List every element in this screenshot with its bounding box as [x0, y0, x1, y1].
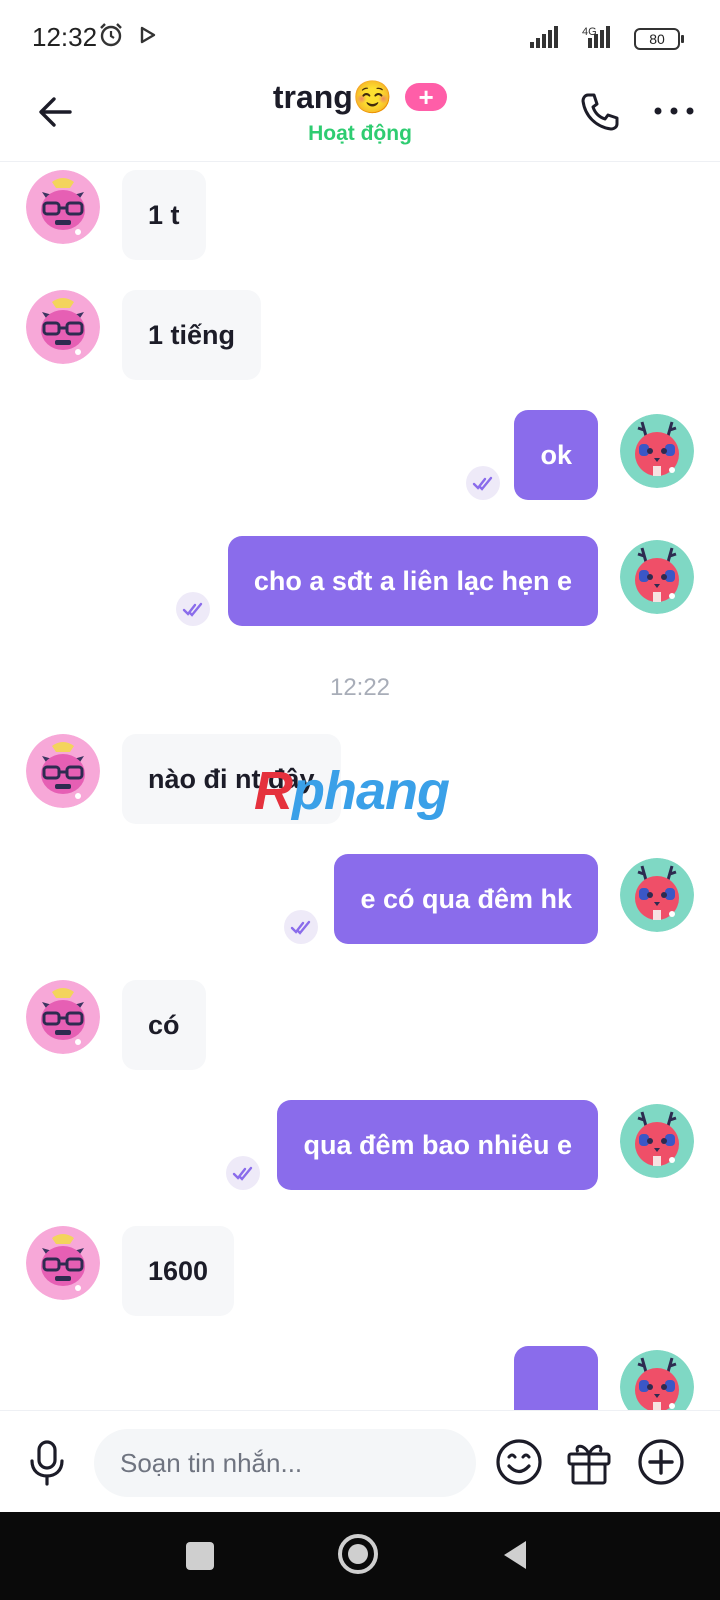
plus-badge[interactable]: +	[405, 83, 448, 111]
double-check-icon	[284, 910, 318, 944]
signal-icon-2	[582, 26, 614, 53]
battery-indicator: 80	[634, 28, 684, 50]
message-bubble[interactable]: có	[122, 980, 206, 1070]
message-bubble[interactable]: 1600	[122, 1226, 235, 1316]
gift-icon[interactable]	[564, 1437, 614, 1487]
contact-avatar[interactable]	[26, 290, 100, 364]
message-bubble[interactable]: qua đêm bao nhiêu e	[277, 1100, 598, 1190]
message-bubble[interactable]	[514, 1346, 598, 1410]
recent-apps-icon[interactable]	[186, 1542, 214, 1570]
microphone-icon[interactable]	[24, 1439, 70, 1487]
watermark-logo: Rphang	[254, 760, 450, 822]
chat-header: trang☺️ + Hoạt động	[0, 76, 720, 162]
double-check-icon	[176, 592, 210, 626]
contact-avatar[interactable]	[26, 1226, 100, 1300]
user-avatar[interactable]	[620, 1104, 694, 1178]
contact-avatar[interactable]	[26, 170, 100, 244]
home-icon[interactable]	[338, 1534, 378, 1574]
signal-icon	[530, 26, 562, 53]
more-horizontal-icon[interactable]	[652, 96, 696, 126]
back-triangle-icon[interactable]	[500, 1538, 530, 1577]
message-bubble[interactable]: cho a sđt a liên lạc hẹn e	[227, 536, 598, 626]
watermark-part2: phang	[292, 761, 450, 821]
message-bubble[interactable]: e có qua đêm hk	[334, 854, 598, 944]
status-time: 12:32	[32, 22, 98, 52]
message-bubble[interactable]: 1 t	[122, 170, 206, 260]
user-avatar[interactable]	[620, 1350, 694, 1410]
double-check-icon	[226, 1156, 260, 1190]
time-separator: 12:22	[329, 674, 391, 701]
phone-icon[interactable]	[578, 90, 622, 134]
contact-avatar[interactable]	[26, 980, 100, 1054]
message-composer	[0, 1410, 720, 1512]
alarm-icon	[98, 22, 124, 53]
message-bubble[interactable]: ok	[514, 410, 598, 500]
message-list[interactable]: 1 t 1 tiếng ok cho a sđt a liên lạc hẹn …	[0, 162, 720, 1410]
message-input[interactable]	[94, 1429, 476, 1497]
message-bubble[interactable]: 1 tiếng	[122, 290, 262, 380]
watermark-part1: R	[254, 761, 293, 821]
smiley-icon[interactable]	[494, 1437, 544, 1487]
play-store-icon	[140, 26, 156, 49]
user-avatar[interactable]	[620, 858, 694, 932]
system-nav-bar	[0, 1512, 720, 1600]
status-bar: 12:32 4G 80	[0, 0, 720, 76]
contact-name[interactable]: trang☺️	[273, 78, 393, 116]
contact-avatar[interactable]	[26, 734, 100, 808]
user-avatar[interactable]	[620, 540, 694, 614]
double-check-icon	[466, 466, 500, 500]
user-avatar[interactable]	[620, 414, 694, 488]
plus-circle-icon[interactable]	[636, 1437, 686, 1487]
